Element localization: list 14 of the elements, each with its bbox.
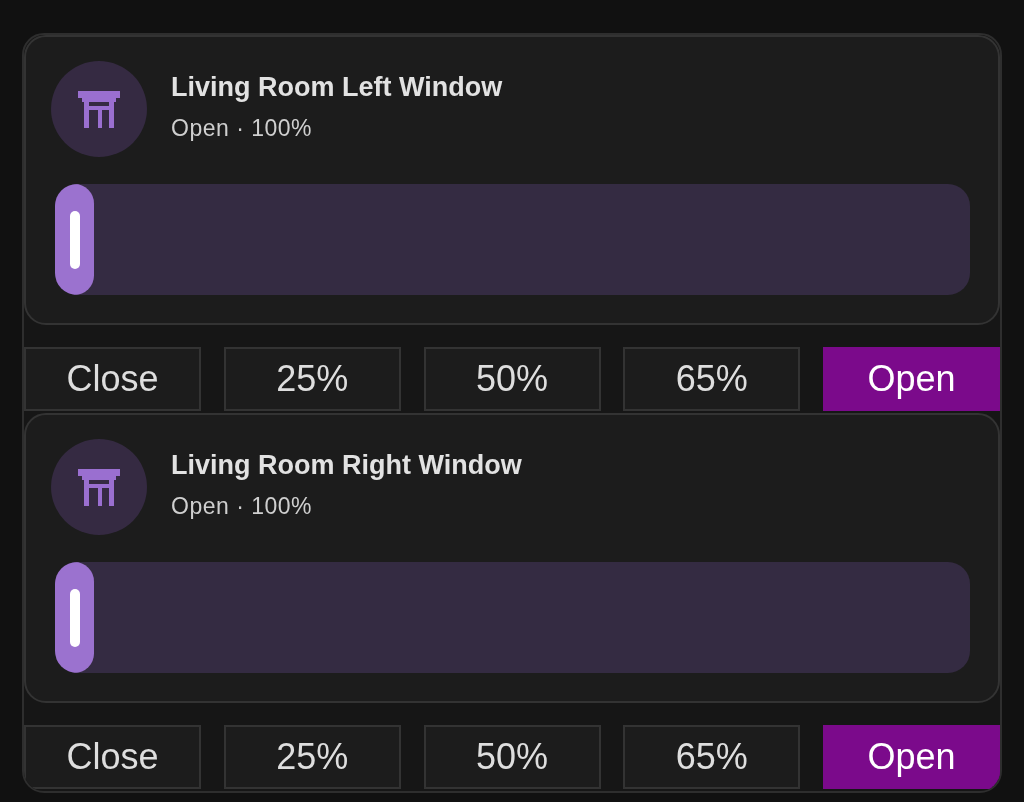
position-button[interactable]: Close (24, 725, 201, 789)
position-button[interactable]: 65% (623, 347, 801, 411)
cover-title: Living Room Left Window (171, 71, 503, 104)
position-button[interactable]: 25% (223, 347, 401, 411)
position-button[interactable]: 25% (223, 725, 401, 789)
position-button[interactable]: Open (823, 347, 1000, 411)
cover-title: Living Room Right Window (171, 449, 522, 482)
position-button[interactable]: 50% (423, 347, 601, 411)
position-button[interactable]: Open (823, 725, 1000, 789)
cover-status: Open · 100% (171, 114, 314, 144)
position-button[interactable]: Close (24, 347, 201, 411)
position-button[interactable]: 50% (423, 725, 601, 789)
cover-status: Open · 100% (171, 492, 314, 522)
position-button[interactable]: 65% (623, 725, 801, 789)
